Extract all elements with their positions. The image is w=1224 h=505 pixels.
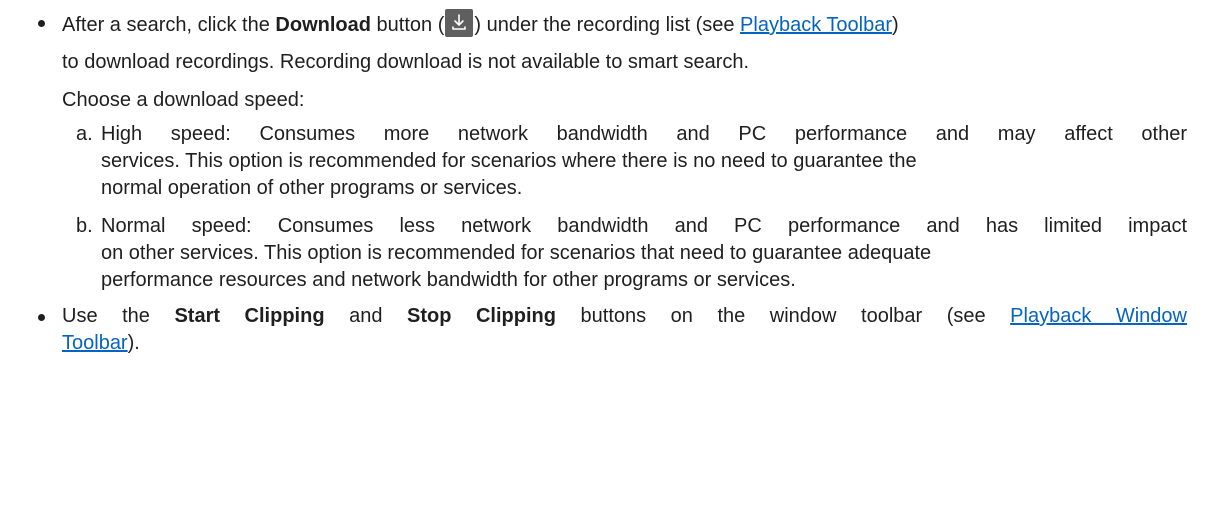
bullet-marker <box>38 20 45 27</box>
option-b-line1: Normal speed: Consumes less network band… <box>101 215 1187 237</box>
document-page: After a search, click the Download butto… <box>0 0 1224 505</box>
bullet1-line1: After a search, click the Download butto… <box>62 9 899 39</box>
playback-window-toolbar-link-cont[interactable]: Toolbar <box>62 332 128 354</box>
bullet-marker <box>38 314 45 321</box>
download-icon <box>445 9 474 37</box>
bullet1-line3: Choose a download speed: <box>62 89 305 111</box>
bullet1-text-mid1: button ( <box>370 14 445 36</box>
playback-window-toolbar-link[interactable]: Playback Window <box>1010 305 1187 327</box>
option-a-marker: a. <box>76 123 93 145</box>
download-label: Download <box>275 14 371 36</box>
bullet2-line2: Toolbar). <box>62 329 140 357</box>
bullet1-line2: to download recordings. Recording downlo… <box>62 51 750 73</box>
option-b-line2: on other services. This option is recomm… <box>101 242 932 264</box>
stop-clipping-label: Stop Clipping <box>407 305 556 327</box>
bullet2-line1: Use the Start Clipping and Stop Clipping… <box>62 302 1187 330</box>
bullet1-text-post: ) <box>892 14 899 36</box>
bullet2-text-mid1: and <box>324 305 407 327</box>
bullet1-text-pre: After a search, click the <box>62 14 276 36</box>
option-b-marker: b. <box>76 215 93 237</box>
option-a-line3: normal operation of other programs or se… <box>101 177 523 199</box>
option-b-line3: performance resources and network bandwi… <box>101 269 796 291</box>
bullet2-text-mid2: buttons on the window toolbar (see <box>555 305 1011 327</box>
option-a-line1: High speed: Consumes more network bandwi… <box>101 123 1187 145</box>
start-clipping-label: Start Clipping <box>174 305 325 327</box>
playback-toolbar-link[interactable]: Playback Toolbar <box>740 14 892 36</box>
bullet1-text-mid2: ) under the recording list (see <box>474 14 741 36</box>
bullet2-text-pre: Use the <box>62 305 175 327</box>
bullet2-text-post: ). <box>127 332 140 354</box>
option-a-line2: services. This option is recommended for… <box>101 150 917 172</box>
